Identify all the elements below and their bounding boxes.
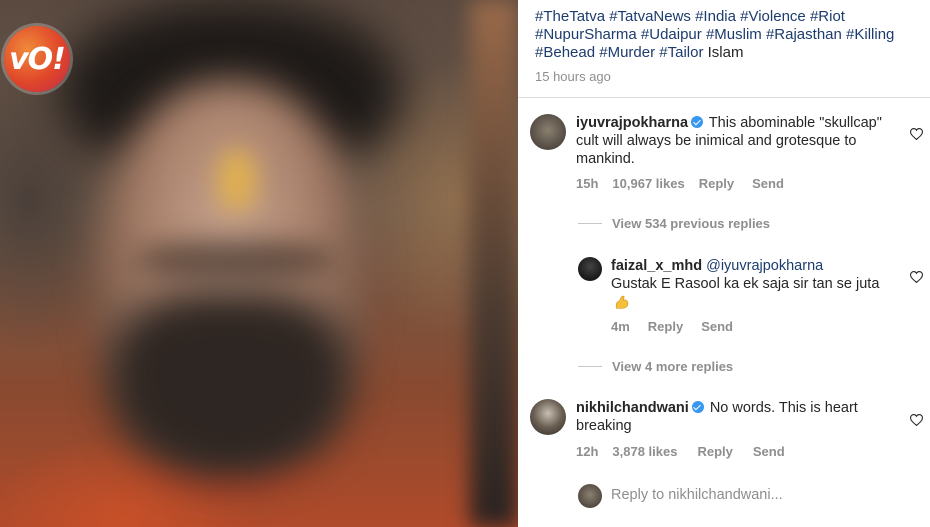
heart-icon[interactable] <box>910 128 923 140</box>
caption-text: Islam <box>707 43 744 61</box>
flexed-bicep-icon <box>615 295 629 309</box>
avatar <box>578 484 602 508</box>
send-button[interactable]: Send <box>752 176 784 191</box>
hashtag-link[interactable]: #TatvaNews <box>609 8 691 25</box>
comment-meta: 12h 3,878 likes Reply Send <box>576 444 785 459</box>
photo-edge <box>470 0 518 527</box>
view-more-replies[interactable]: View 4 more replies <box>578 359 733 374</box>
avatar[interactable] <box>578 257 602 281</box>
post-photo <box>0 0 518 527</box>
hashtag-link[interactable]: #NupurSharma <box>535 26 637 43</box>
hashtag-link[interactable]: #TheTatva <box>535 8 605 25</box>
reply-text: Gustak E Rasool ka ek saja sir tan se ju… <box>611 276 880 292</box>
caption-divider <box>518 97 930 98</box>
reply-body: faizal_x_mhd @iyuvrajpokharna Gustak E R… <box>611 257 901 313</box>
photo-blur-eyes <box>135 240 335 280</box>
heart-icon[interactable] <box>910 414 923 426</box>
send-button[interactable]: Send <box>753 444 785 459</box>
comment-body: nikhilchandwani No words. This is heart … <box>576 399 896 435</box>
comment-body: iyuvrajpokharna This abominable "skullca… <box>576 114 896 168</box>
heart-icon[interactable] <box>910 271 923 283</box>
reply-button[interactable]: Reply <box>699 176 734 191</box>
hashtag-link[interactable]: #Behead <box>535 44 595 61</box>
hashtag-link[interactable]: #Riot <box>810 8 845 25</box>
verified-badge-icon <box>691 401 704 413</box>
logo-text: vO! <box>9 41 66 77</box>
comment-time: 15h <box>576 176 599 191</box>
reply-time: 4m <box>611 319 630 334</box>
send-button[interactable]: Send <box>701 319 733 334</box>
avatar[interactable] <box>530 399 566 435</box>
photo-blur-mark <box>218 150 256 210</box>
reply-button[interactable]: Reply <box>697 444 732 459</box>
hashtag-link[interactable]: #Rajasthan <box>766 26 842 43</box>
reply-meta: 4m Reply Send <box>611 319 733 334</box>
hashtag-link[interactable]: #Violence <box>740 8 806 25</box>
replies-line <box>578 223 602 224</box>
hashtag-link[interactable]: #India <box>695 8 736 25</box>
hashtag-link[interactable]: #Killing <box>846 26 894 43</box>
hashtag-link[interactable]: #Muslim <box>706 26 762 43</box>
comments-panel: #TheTatva #TatvaNews #India #Violence #R… <box>518 0 930 527</box>
caption-hashtags: #TheTatva #TatvaNews #India #Violence #R… <box>535 8 925 61</box>
view-more-replies-label: View 4 more replies <box>612 359 734 374</box>
verified-badge-icon <box>691 116 704 128</box>
comment-likes[interactable]: 10,967 likes <box>612 176 684 191</box>
reply-mention[interactable]: @iyuvrajpokharna <box>706 258 823 274</box>
reply-input[interactable]: Reply to nikhilchandwani... <box>611 487 783 503</box>
hashtag-link[interactable]: #Udaipur <box>641 26 702 43</box>
replies-line <box>578 366 602 367</box>
view-previous-replies[interactable]: View 534 previous replies <box>578 216 770 231</box>
view-previous-replies-label: View 534 previous replies <box>612 216 771 231</box>
photo-blur-beard <box>110 290 350 480</box>
caption-time-ago: 15 hours ago <box>535 69 611 85</box>
comment-meta: 15h 10,967 likes Reply Send <box>576 176 784 191</box>
avatar[interactable] <box>530 114 566 150</box>
brand-logo: vO! <box>4 26 70 92</box>
hashtag-link[interactable]: #Murder <box>599 44 655 61</box>
post-caption: #TheTatva #TatvaNews #India #Violence #R… <box>535 8 925 84</box>
comment-time: 12h <box>576 444 599 459</box>
comment-likes[interactable]: 3,878 likes <box>612 444 677 459</box>
comment-username[interactable]: nikhilchandwani <box>576 400 689 416</box>
reply-button[interactable]: Reply <box>648 319 683 334</box>
comment-username[interactable]: iyuvrajpokharna <box>576 115 688 131</box>
hashtag-link[interactable]: #Tailor <box>659 44 703 61</box>
reply-username[interactable]: faizal_x_mhd <box>611 258 702 274</box>
